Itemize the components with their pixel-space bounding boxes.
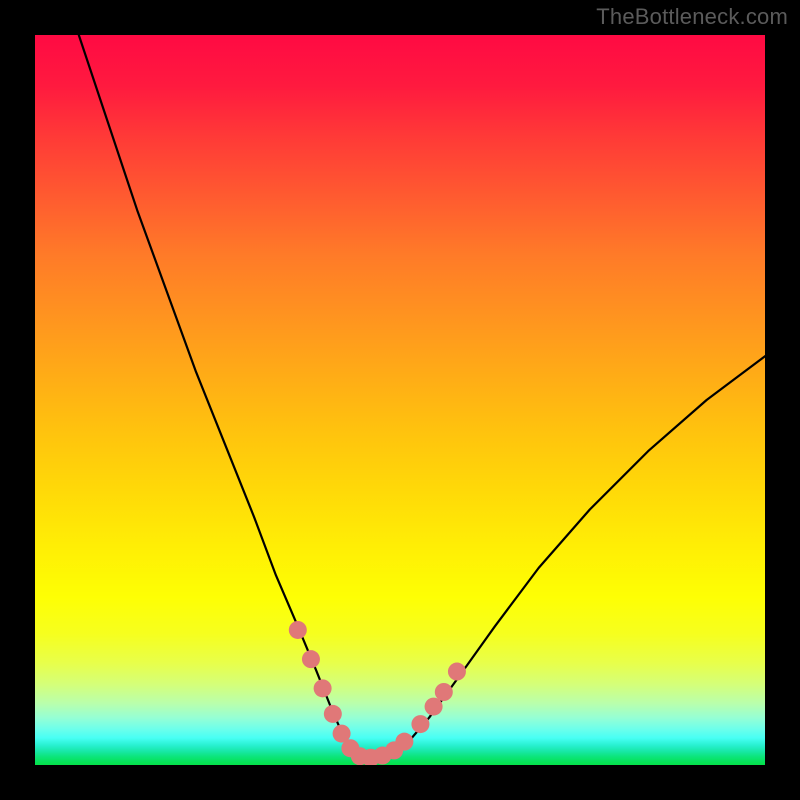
curve-overlay: [35, 35, 765, 765]
optimum-marker: [411, 715, 429, 733]
optimum-marker: [448, 663, 466, 681]
chart-stage: TheBottleneck.com: [0, 0, 800, 800]
optimum-marker: [395, 733, 413, 751]
optimum-marker: [314, 679, 332, 697]
bottleneck-curve: [79, 35, 765, 758]
optimum-marker: [324, 705, 342, 723]
optimum-markers: [289, 621, 466, 765]
optimum-marker: [302, 650, 320, 668]
optimum-marker: [289, 621, 307, 639]
plot-area: [35, 35, 765, 765]
optimum-marker: [435, 683, 453, 701]
optimum-marker: [425, 698, 443, 716]
watermark-text: TheBottleneck.com: [596, 4, 788, 30]
